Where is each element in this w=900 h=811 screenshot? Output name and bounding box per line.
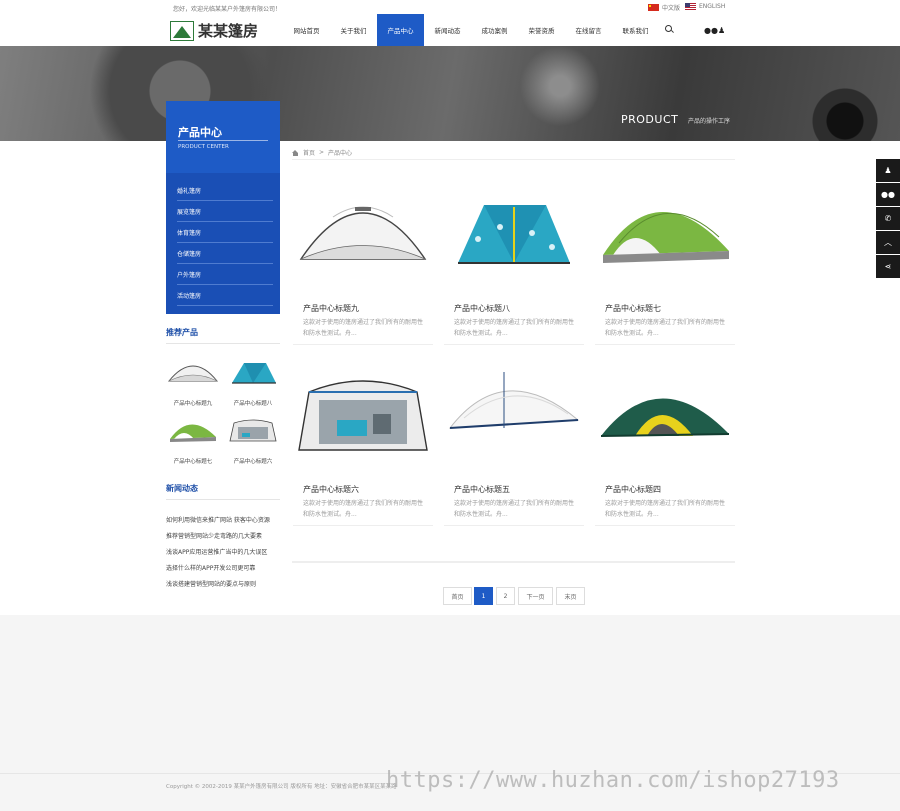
welcome-text: 您好，欢迎光临某某户外篷房有限公司！ <box>173 6 282 13</box>
lang-switch-cn[interactable]: 中文版 <box>648 3 680 12</box>
product-image <box>448 372 580 429</box>
news-item[interactable]: 浅谈搭建营销型网站的要点与原则 <box>166 579 280 588</box>
sidebar-header: 产品中心 PRODUCT CENTER <box>166 101 280 173</box>
sidebar-item-event[interactable]: 活动篷房 <box>177 285 273 306</box>
product-image <box>603 211 729 263</box>
product-title[interactable]: 产品中心标题五 <box>454 484 510 495</box>
product-card[interactable]: 产品中心标题八 这款对于使用的篷房通过了我们所有的耐用性和防水性测试。舟... <box>444 177 584 345</box>
wechat-icon[interactable]: ●● <box>704 26 718 35</box>
breadcrumb-current[interactable]: 产品中心 <box>328 148 352 157</box>
share-icon[interactable]: ⋖ <box>876 255 900 278</box>
lang-cn-label: 中文版 <box>662 5 681 12</box>
main-nav: 网站首页 关于我们 产品中心 新闻动态 成功案例 荣誉资质 在线留言 联系我们 <box>283 14 659 46</box>
recommend-item-label: 产品中心标题九 <box>173 401 213 407</box>
product-title[interactable]: 产品中心标题八 <box>454 303 510 314</box>
product-card[interactable]: 产品中心标题四 这款对于使用的篷房通过了我们所有的耐用性和防水性测试。舟... <box>595 358 735 526</box>
floating-toolbar: ♟ ●● ✆ ︿ ⋖ <box>876 159 900 279</box>
phone-icon[interactable]: ✆ <box>876 207 900 230</box>
product-image <box>298 380 428 451</box>
product-desc: 这款对于使用的篷房通过了我们所有的耐用性和防水性测试。舟... <box>303 500 424 518</box>
search-icon[interactable] <box>663 24 675 36</box>
sidebar-item-wedding[interactable]: 婚礼篷房 <box>177 180 273 201</box>
top-bar: 您好，欢迎光临某某户外篷房有限公司！ 中文版 ENGLISH <box>0 0 900 14</box>
product-desc: 这款对于使用的篷房通过了我们所有的耐用性和防水性测试。舟... <box>454 319 575 337</box>
logo[interactable]: 某某篷房 <box>170 20 258 41</box>
product-title[interactable]: 产品中心标题九 <box>303 303 359 314</box>
logo-tent-icon <box>170 20 194 41</box>
recommend-title: 推荐产品 <box>166 328 198 337</box>
page-banner: PRODUCT 产品的操作工序 <box>0 46 900 141</box>
recommend-item-label: 产品中心标题八 <box>233 401 273 407</box>
tent-thumbnail <box>170 424 216 442</box>
news-item[interactable]: 如何利用微信来推广网站 获客中心资源 <box>166 515 280 524</box>
breadcrumb: 首页 > 产品中心 <box>292 148 352 157</box>
product-card[interactable]: 产品中心标题六 这款对于使用的篷房通过了我们所有的耐用性和防水性测试。舟... <box>293 358 433 526</box>
product-desc: 这款对于使用的篷房通过了我们所有的耐用性和防水性测试。舟... <box>303 319 424 337</box>
product-desc: 这款对于使用的篷房通过了我们所有的耐用性和防水性测试。舟... <box>605 319 726 337</box>
sidebar-menu: 婚礼篷房 展览篷房 体育篷房 仓储篷房 户外篷房 活动篷房 <box>166 173 280 314</box>
sidebar-title: 产品中心 <box>178 126 222 139</box>
product-title[interactable]: 产品中心标题六 <box>303 484 359 495</box>
product-card[interactable]: 产品中心标题九 这款对于使用的篷房通过了我们所有的耐用性和防水性测试。舟... <box>293 177 433 345</box>
news-title: 新闻动态 <box>166 484 198 493</box>
qq-icon[interactable]: ♟ <box>718 26 725 35</box>
sidebar-title-divider <box>178 140 268 141</box>
news-item[interactable]: 浅谈APP应用运营推广当中的几大误区 <box>166 547 280 556</box>
logo-text: 某某篷房 <box>198 22 259 40</box>
news-divider <box>166 499 280 500</box>
nav-item-cases[interactable]: 成功案例 <box>471 14 518 46</box>
product-desc: 这款对于使用的篷房通过了我们所有的耐用性和防水性测试。舟... <box>605 500 726 518</box>
product-card[interactable]: 产品中心标题五 这款对于使用的篷房通过了我们所有的耐用性和防水性测试。舟... <box>444 358 584 526</box>
product-image <box>458 205 570 264</box>
tent-thumbnail <box>232 363 276 384</box>
sidebar-item-outdoor[interactable]: 户外篷房 <box>177 264 273 285</box>
sidebar-title-en: PRODUCT CENTER <box>178 144 229 150</box>
lang-en-label: ENGLISH <box>699 3 726 10</box>
nav-item-home[interactable]: 网站首页 <box>283 14 330 46</box>
banner-title: PRODUCT <box>621 113 679 126</box>
pager-page-2[interactable]: 2 <box>496 587 515 605</box>
product-title[interactable]: 产品中心标题七 <box>605 303 661 314</box>
watermark-text: https://www.huzhan.com/ishop27193 <box>386 768 840 793</box>
pager-last[interactable]: 末页 <box>556 587 585 605</box>
product-desc: 这款对于使用的篷房通过了我们所有的耐用性和防水性测试。舟... <box>454 500 575 518</box>
nav-item-products[interactable]: 产品中心 <box>377 14 424 46</box>
product-image <box>299 206 427 260</box>
news-item[interactable]: 推荐营销型网站少走弯路的几大要素 <box>166 531 280 540</box>
header: 某某篷房 网站首页 关于我们 产品中心 新闻动态 成功案例 荣誉资质 在线留言 … <box>0 14 900 46</box>
product-image <box>600 398 730 437</box>
recommend-item-label: 产品中心标题六 <box>233 459 273 465</box>
china-flag-icon <box>648 4 659 11</box>
home-icon <box>292 149 299 156</box>
sidebar-item-storage[interactable]: 仓储篷房 <box>177 243 273 264</box>
recommend-divider <box>166 343 280 344</box>
nav-item-message[interactable]: 在线留言 <box>565 14 612 46</box>
wechat-icon[interactable]: ●● <box>876 183 900 206</box>
back-to-top-icon[interactable]: ︿ <box>876 231 900 254</box>
pager-first[interactable]: 首页 <box>443 587 472 605</box>
sidebar-item-exhibition[interactable]: 展览篷房 <box>177 201 273 222</box>
product-title[interactable]: 产品中心标题四 <box>605 484 661 495</box>
breadcrumb-separator: > <box>319 149 325 156</box>
news-item[interactable]: 选择什么样的APP开发公司更可靠 <box>166 563 280 572</box>
list-divider <box>292 561 735 563</box>
breadcrumb-home[interactable]: 首页 <box>303 148 315 157</box>
us-flag-icon <box>685 3 696 10</box>
breadcrumb-divider <box>292 159 735 160</box>
product-card[interactable]: 产品中心标题七 这款对于使用的篷房通过了我们所有的耐用性和防水性测试。舟... <box>595 177 735 345</box>
banner-subtitle: 产品的操作工序 <box>688 118 731 125</box>
tent-thumbnail <box>229 419 277 442</box>
recommend-item-label: 产品中心标题七 <box>173 459 213 465</box>
sidebar-item-sports[interactable]: 体育篷房 <box>177 222 273 243</box>
lang-switch-en[interactable]: ENGLISH <box>685 3 725 10</box>
tent-thumbnail <box>167 365 219 382</box>
nav-item-news[interactable]: 新闻动态 <box>424 14 471 46</box>
pager-next[interactable]: 下一页 <box>518 587 553 605</box>
pager-page-1[interactable]: 1 <box>474 587 493 605</box>
nav-item-honors[interactable]: 荣誉资质 <box>518 14 565 46</box>
nav-item-contact[interactable]: 联系我们 <box>612 14 659 46</box>
nav-item-about[interactable]: 关于我们 <box>330 14 377 46</box>
footer-copyright: Copyright © 2002-2019 某某户外篷房有限公司 版权所有 地址… <box>166 784 397 790</box>
qq-icon[interactable]: ♟ <box>876 159 900 182</box>
